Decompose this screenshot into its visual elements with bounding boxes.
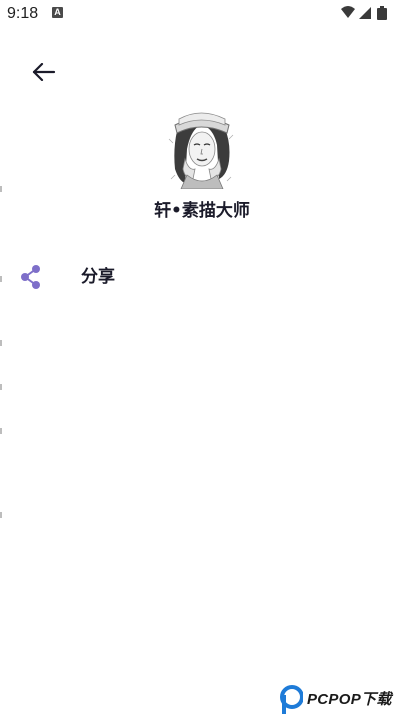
share-label: 分享 [81, 267, 115, 287]
pcpop-logo-icon [280, 685, 303, 714]
wifi-icon [341, 6, 355, 18]
cell-signal-icon [359, 7, 371, 19]
share-icon [21, 265, 40, 289]
edge-tick [0, 428, 2, 434]
status-icons [340, 5, 396, 21]
edge-tick [0, 340, 2, 346]
arrow-left-icon [32, 63, 56, 81]
battery-icon [377, 6, 387, 20]
watermark-logo: PCPOP下载 [277, 683, 404, 720]
app-logo [165, 109, 237, 190]
edge-tick [0, 384, 2, 390]
watermark-text: PCPOP下载 [307, 691, 392, 708]
app-name: 轩•素描大师 [154, 201, 250, 221]
notification-a-icon: A [52, 7, 63, 18]
left-edge-artifacts [0, 0, 2, 720]
status-bar: 9:18 A [0, 0, 404, 28]
back-button[interactable] [26, 57, 62, 87]
share-menu-item[interactable]: 分享 [0, 256, 404, 298]
edge-tick [0, 186, 2, 192]
edge-tick [0, 512, 2, 518]
sketch-portrait-logo [165, 109, 237, 190]
status-time: 9:18 [7, 5, 39, 22]
